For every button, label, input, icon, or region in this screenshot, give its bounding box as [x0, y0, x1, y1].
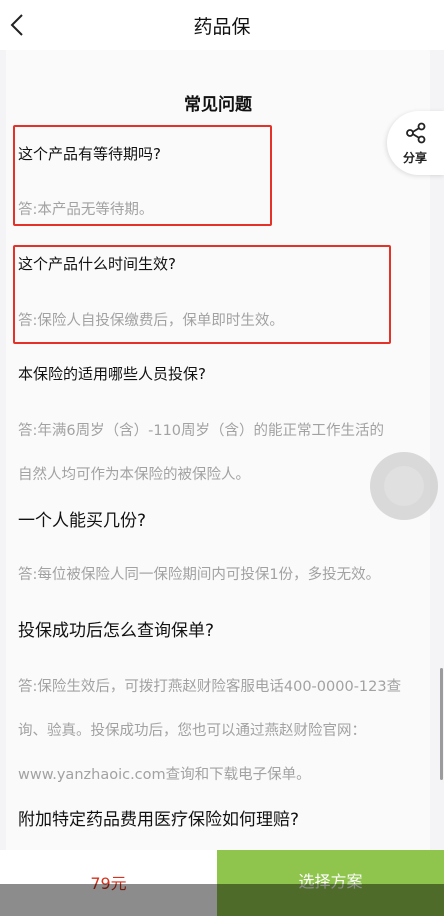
- top-nav-bar: 药品保: [0, 0, 444, 50]
- faq-answer-4: 答:每位被保险人同一保险期间内可投保1份，多投无效。: [18, 567, 381, 583]
- highlight-box-1: [13, 125, 272, 226]
- bottom-overlay-shade: [0, 884, 444, 916]
- share-icon: [406, 122, 426, 144]
- faq-question-4: 一个人能买几份?: [18, 511, 147, 531]
- highlight-box-2: [13, 245, 391, 344]
- faq-question-5: 投保成功后怎么查询保单?: [18, 621, 215, 641]
- page-title: 药品保: [193, 16, 251, 38]
- faq-answer-5-line-1: 答:保险生效后，可拨打燕赵财险客服电话400-0000-123查: [18, 679, 402, 695]
- faq-question-6: 附加特定药品费用医疗保险如何理赔?: [18, 810, 300, 830]
- floating-assistive-button[interactable]: [370, 452, 438, 520]
- faq-answer-5-line-3: www.yanzhaoic.com查询和下载电子保单。: [18, 767, 311, 783]
- floating-ball-inner: [384, 466, 424, 506]
- faq-answer-5-line-2: 询、验真。投保成功后，您也可以通过燕赵财险官网：: [18, 723, 366, 739]
- faq-answer-3-line-1: 答:年满6周岁（含）-110周岁（含）的能正常工作生活的: [18, 423, 385, 439]
- share-button[interactable]: 分享: [387, 111, 444, 175]
- scrollbar[interactable]: [440, 668, 443, 780]
- faq-question-3: 本保险的适用哪些人员投保?: [18, 365, 206, 383]
- faq-section-title: 常见问题: [184, 95, 252, 115]
- share-label: 分享: [403, 151, 428, 165]
- faq-answer-3-line-2: 自然人均可作为本保险的被保险人。: [18, 467, 250, 483]
